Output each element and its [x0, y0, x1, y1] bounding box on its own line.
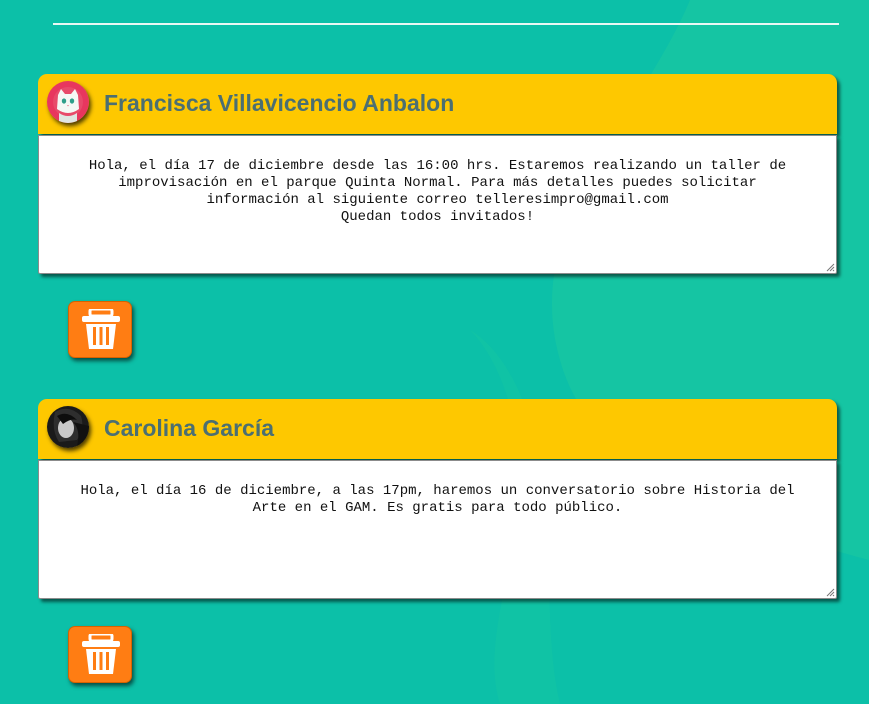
message-text: Hola, el día 16 de diciembre, a las 17pm…	[80, 483, 795, 516]
delete-button[interactable]	[68, 626, 132, 683]
author-name: Francisca Villavicencio Anbalon	[104, 90, 455, 116]
message-textarea[interactable]: Hola, el día 16 de diciembre, a las 17pm…	[38, 460, 837, 599]
post-header: Francisca Villavicencio Anbalon	[38, 74, 837, 134]
person-avatar-icon	[47, 406, 89, 448]
top-divider	[53, 23, 839, 25]
message-text: Hola, el día 17 de diciembre desde las 1…	[88, 158, 787, 225]
delete-button[interactable]	[68, 301, 132, 358]
cat-avatar-icon	[47, 81, 89, 123]
trash-icon	[82, 634, 120, 674]
trash-icon	[82, 309, 120, 349]
post-card: Francisca Villavicencio Anbalon Hola, el…	[38, 74, 837, 274]
message-textarea[interactable]: Hola, el día 17 de diciembre desde las 1…	[38, 135, 837, 274]
resize-grip-icon[interactable]	[825, 262, 835, 272]
resize-grip-icon[interactable]	[825, 587, 835, 597]
post-header: Carolina García	[38, 399, 837, 459]
author-name: Carolina García	[104, 415, 275, 441]
post-card: Carolina García Hola, el día 16 de dicie…	[38, 399, 837, 599]
